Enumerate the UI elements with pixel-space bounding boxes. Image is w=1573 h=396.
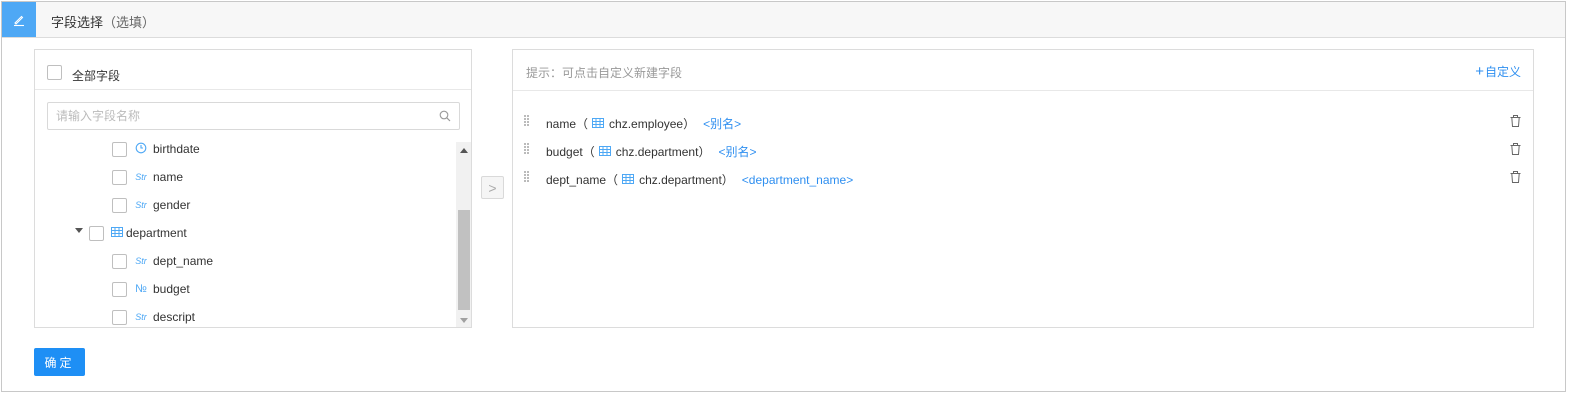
transfer-right-button[interactable]: > bbox=[481, 176, 504, 199]
tree-item-checkbox[interactable] bbox=[112, 141, 127, 157]
search-icon[interactable] bbox=[439, 110, 451, 125]
tree-item-descript[interactable]: Str descript bbox=[112, 307, 195, 327]
tree-item-gender[interactable]: Str gender bbox=[112, 195, 190, 215]
selected-field-row[interactable]: name （ chz.employee ） <别名> bbox=[513, 112, 1533, 132]
table-icon bbox=[622, 173, 635, 187]
string-type-icon: Str bbox=[135, 312, 147, 322]
paren-open: （ bbox=[582, 145, 595, 159]
tree-item-name[interactable]: Str name bbox=[112, 167, 183, 187]
hint-row: 提示：可点击自定义新建字段 + 自定义 bbox=[513, 50, 1533, 91]
selected-field-content: budget （ chz.department ） <别名> bbox=[546, 143, 756, 160]
field-name: name bbox=[546, 116, 577, 131]
source-table: chz.department bbox=[615, 144, 699, 159]
paren-close: ） bbox=[683, 117, 696, 131]
alias-link[interactable]: <department_name> bbox=[742, 173, 853, 187]
scrollbar-thumb[interactable] bbox=[458, 210, 470, 310]
custom-field-label: 自定义 bbox=[1484, 65, 1521, 79]
source-table: chz.employee bbox=[609, 116, 684, 131]
scroll-up-icon[interactable] bbox=[460, 148, 468, 153]
tree-item-label: name bbox=[153, 170, 184, 184]
alias-link[interactable]: <别名> bbox=[718, 143, 756, 160]
plus-icon: + bbox=[1475, 62, 1484, 80]
tree-item-label: gender bbox=[153, 198, 191, 212]
scroll-down-icon[interactable] bbox=[460, 318, 468, 323]
delete-icon[interactable] bbox=[1510, 143, 1521, 158]
title-optional: （选填） bbox=[103, 15, 156, 30]
tree-item-department[interactable]: department bbox=[89, 223, 187, 243]
table-icon bbox=[598, 145, 611, 159]
expand-caret-icon[interactable] bbox=[75, 228, 83, 233]
delete-icon[interactable] bbox=[1510, 171, 1521, 186]
section-header: 字段选择（选填） bbox=[2, 2, 1565, 38]
confirm-button[interactable]: 确定 bbox=[34, 348, 85, 376]
tree-item-label: dept_name bbox=[153, 254, 214, 268]
add-custom-field-button[interactable]: + 自定义 bbox=[1475, 63, 1521, 80]
number-type-icon: № bbox=[135, 283, 147, 295]
edit-icon bbox=[2, 2, 36, 37]
source-table: chz.department bbox=[639, 172, 722, 187]
string-type-icon: Str bbox=[135, 172, 147, 182]
tree-item-label: birthdate bbox=[153, 142, 200, 156]
field-name: dept_name bbox=[546, 172, 607, 187]
selected-field-content: name （ chz.employee ） <别名> bbox=[546, 115, 741, 132]
string-type-icon: Str bbox=[135, 200, 147, 210]
field-name: budget bbox=[546, 144, 583, 159]
table-icon bbox=[110, 227, 123, 239]
alias-link[interactable]: <别名> bbox=[703, 115, 741, 132]
selected-field-row[interactable]: budget （ chz.department ） <别名> bbox=[513, 140, 1533, 160]
tree-item-checkbox[interactable] bbox=[112, 281, 127, 297]
select-all-checkbox[interactable] bbox=[47, 65, 62, 80]
tree-item-label: budget bbox=[153, 282, 190, 296]
tree-item-budget[interactable]: № budget bbox=[112, 279, 190, 299]
selected-fields-panel: 提示：可点击自定义新建字段 + 自定义 name （ chz.employee … bbox=[512, 49, 1534, 328]
search-input[interactable] bbox=[56, 109, 426, 123]
select-all-row[interactable]: 全部字段 bbox=[35, 50, 471, 90]
delete-icon[interactable] bbox=[1510, 115, 1521, 130]
paren-open: （ bbox=[606, 173, 619, 187]
select-all-label: 全部字段 bbox=[72, 69, 121, 83]
chevron-right-icon: > bbox=[488, 179, 497, 196]
tree-item-dept-name[interactable]: Str dept_name bbox=[112, 251, 213, 271]
paren-close: ） bbox=[721, 173, 734, 187]
hint-text: 提示：可点击自定义新建字段 bbox=[526, 66, 683, 80]
tree-item-birthdate[interactable]: birthdate bbox=[112, 139, 200, 159]
selected-field-row[interactable]: dept_name （ chz.department ） <department… bbox=[513, 168, 1533, 188]
available-fields-panel: 全部字段 birthdate Str name S bbox=[34, 49, 472, 328]
clock-icon bbox=[133, 142, 149, 156]
paren-open: （ bbox=[576, 117, 589, 131]
tree-scrollbar[interactable] bbox=[456, 142, 471, 327]
tree-item-label: descript bbox=[153, 310, 196, 324]
title-text: 字段选择 bbox=[51, 15, 104, 30]
paren-close: ） bbox=[698, 145, 711, 159]
section-title: 字段选择（选填） bbox=[51, 12, 155, 31]
tree-item-checkbox[interactable] bbox=[112, 197, 127, 213]
drag-handle-icon[interactable] bbox=[524, 171, 530, 184]
search-box[interactable] bbox=[47, 102, 460, 130]
tree-item-checkbox[interactable] bbox=[112, 253, 127, 269]
string-type-icon: Str bbox=[135, 256, 147, 266]
tree-item-label: department bbox=[126, 226, 187, 240]
field-tree: birthdate Str name Str gender department bbox=[35, 134, 456, 327]
tree-item-checkbox[interactable] bbox=[89, 225, 104, 241]
field-selection-dialog: 字段选择（选填） 全部字段 birthdate Str bbox=[1, 1, 1566, 392]
drag-handle-icon[interactable] bbox=[524, 143, 530, 156]
table-icon bbox=[592, 117, 605, 131]
tree-item-checkbox[interactable] bbox=[112, 169, 127, 185]
drag-handle-icon[interactable] bbox=[524, 115, 530, 128]
selected-field-content: dept_name （ chz.department ） <department… bbox=[546, 171, 853, 188]
tree-item-checkbox[interactable] bbox=[112, 309, 127, 325]
